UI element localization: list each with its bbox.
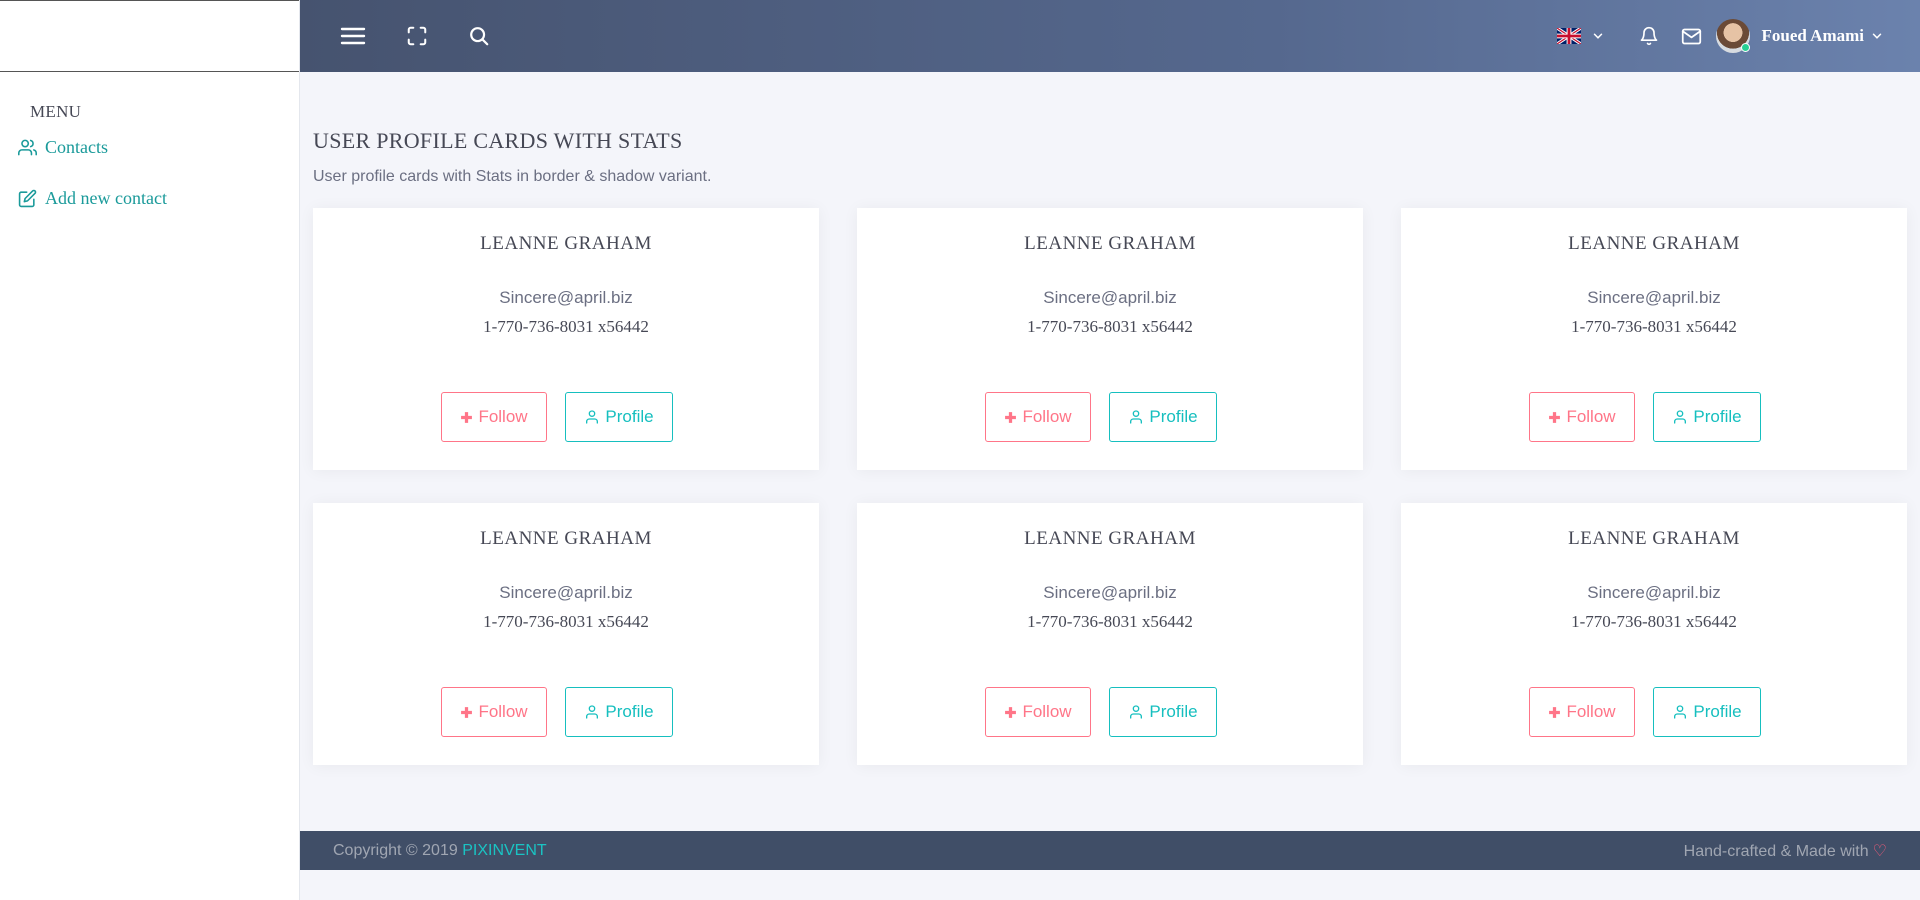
- profile-label: Profile: [1693, 702, 1742, 721]
- user-icon: [1130, 705, 1143, 719]
- profile-label: Profile: [1149, 407, 1198, 426]
- users-icon: [18, 139, 37, 156]
- user-menu[interactable]: Foued Amami: [1715, 19, 1884, 53]
- profile-button[interactable]: Profile: [1653, 687, 1761, 737]
- footer: Copyright © 2019 PIXINVENT Hand-crafted …: [300, 831, 1920, 870]
- profile-card: LEANNE GRAHAM Sincere@april.biz 1-770-736-…: [313, 503, 819, 765]
- follow-button[interactable]: Follow: [441, 687, 547, 737]
- follow-button[interactable]: Follow: [985, 392, 1091, 442]
- profile-button[interactable]: Profile: [1653, 392, 1761, 442]
- plus-icon: [461, 411, 473, 423]
- sidebar-item-label: Add new contact: [45, 188, 167, 208]
- card-phone: 1-770-736-8031 x56442: [483, 612, 649, 631]
- follow-label: Follow: [1022, 702, 1072, 721]
- card-email: Sincere@april.biz: [499, 288, 633, 307]
- card-name: LEANNE GRAHAM: [1568, 528, 1740, 549]
- heart-icon: ♡: [1872, 842, 1887, 860]
- user-icon: [1674, 705, 1687, 719]
- user-name: Foued Amami: [1761, 26, 1864, 45]
- follow-button[interactable]: Follow: [985, 687, 1091, 737]
- profile-button[interactable]: Profile: [1109, 392, 1217, 442]
- profile-button[interactable]: Profile: [565, 687, 673, 737]
- profile-button[interactable]: Profile: [565, 392, 673, 442]
- copyright: Copyright © 2019 PIXINVENT: [333, 842, 547, 860]
- made-with: Hand-crafted & Made with ♡: [1684, 841, 1887, 861]
- page-title: USER PROFILE CARDS WITH STATS: [313, 128, 683, 153]
- profile-card: LEANNE GRAHAM Sincere@april.biz 1-770-736-…: [1401, 208, 1907, 470]
- chevron-down-icon: [1872, 33, 1882, 39]
- plus-icon: [1549, 706, 1561, 718]
- menu-heading: MENU: [30, 102, 82, 121]
- sidebar: MENU Contacts Add new contact: [0, 0, 300, 900]
- plus-icon: [1005, 411, 1017, 423]
- fullscreen-icon[interactable]: [406, 25, 428, 47]
- follow-label: Follow: [1566, 407, 1616, 426]
- card-phone: 1-770-736-8031 x56442: [1027, 317, 1193, 336]
- uk-flag-icon: [1556, 28, 1581, 44]
- user-icon: [1674, 410, 1687, 424]
- profile-card: LEANNE GRAHAM Sincere@april.biz 1-770-736-…: [1401, 503, 1907, 765]
- follow-button[interactable]: Follow: [441, 392, 547, 442]
- online-status-dot: [1740, 43, 1750, 52]
- user-icon: [586, 410, 599, 424]
- profile-card: LEANNE GRAHAM Sincere@april.biz 1-770-736-…: [857, 208, 1363, 470]
- plus-icon: [1549, 411, 1561, 423]
- notifications-icon[interactable]: [1639, 26, 1659, 46]
- follow-button[interactable]: Follow: [1529, 687, 1635, 737]
- sidebar-item-contacts[interactable]: Contacts: [0, 122, 299, 173]
- top-navbar: Foued Amami: [300, 0, 1920, 72]
- edit-icon: [18, 189, 37, 208]
- profile-label: Profile: [1149, 702, 1198, 721]
- card-email: Sincere@april.biz: [499, 583, 633, 602]
- card-name: LEANNE GRAHAM: [1024, 528, 1196, 549]
- card-phone: 1-770-736-8031 x56442: [483, 317, 649, 336]
- sidebar-item-label: Contacts: [45, 137, 108, 157]
- follow-label: Follow: [1566, 702, 1616, 721]
- follow-label: Follow: [1022, 407, 1072, 426]
- page-subtitle: User profile cards with Stats in border …: [313, 168, 712, 185]
- sidebar-brand: [0, 0, 299, 72]
- plus-icon: [461, 706, 473, 718]
- profile-label: Profile: [605, 702, 654, 721]
- search-icon[interactable]: [468, 25, 490, 47]
- brand-link[interactable]: PIXINVENT: [462, 842, 546, 859]
- profile-card: LEANNE GRAHAM Sincere@april.biz 1-770-736-…: [857, 503, 1363, 765]
- card-name: LEANNE GRAHAM: [480, 528, 652, 549]
- card-email: Sincere@april.biz: [1587, 583, 1721, 602]
- plus-icon: [1005, 706, 1017, 718]
- user-icon: [586, 705, 599, 719]
- chevron-down-icon: [1593, 33, 1602, 39]
- avatar: [1715, 19, 1750, 53]
- card-phone: 1-770-736-8031 x56442: [1571, 612, 1737, 631]
- follow-label: Follow: [478, 702, 528, 721]
- profile-label: Profile: [605, 407, 654, 426]
- profile-button[interactable]: Profile: [1109, 687, 1217, 737]
- card-name: LEANNE GRAHAM: [480, 233, 652, 254]
- language-dropdown[interactable]: [1556, 28, 1605, 44]
- card-phone: 1-770-736-8031 x56442: [1571, 317, 1737, 336]
- menu-toggle-icon[interactable]: [340, 25, 366, 47]
- sidebar-item-add-contact[interactable]: Add new contact: [0, 173, 299, 224]
- mail-icon[interactable]: [1681, 26, 1702, 47]
- card-phone: 1-770-736-8031 x56442: [1027, 612, 1193, 631]
- card-name: LEANNE GRAHAM: [1024, 233, 1196, 254]
- profile-label: Profile: [1693, 407, 1742, 426]
- card-email: Sincere@april.biz: [1587, 288, 1721, 307]
- follow-label: Follow: [478, 407, 528, 426]
- card-name: LEANNE GRAHAM: [1568, 233, 1740, 254]
- copyright-text: Copyright © 2019: [333, 841, 458, 859]
- user-icon: [1130, 410, 1143, 424]
- profile-card: LEANNE GRAHAM Sincere@april.biz 1-770-736-…: [313, 208, 819, 470]
- card-email: Sincere@april.biz: [1043, 583, 1177, 602]
- card-email: Sincere@april.biz: [1043, 288, 1177, 307]
- follow-button[interactable]: Follow: [1529, 392, 1635, 442]
- made-with-text: Hand-crafted & Made with: [1683, 842, 1869, 860]
